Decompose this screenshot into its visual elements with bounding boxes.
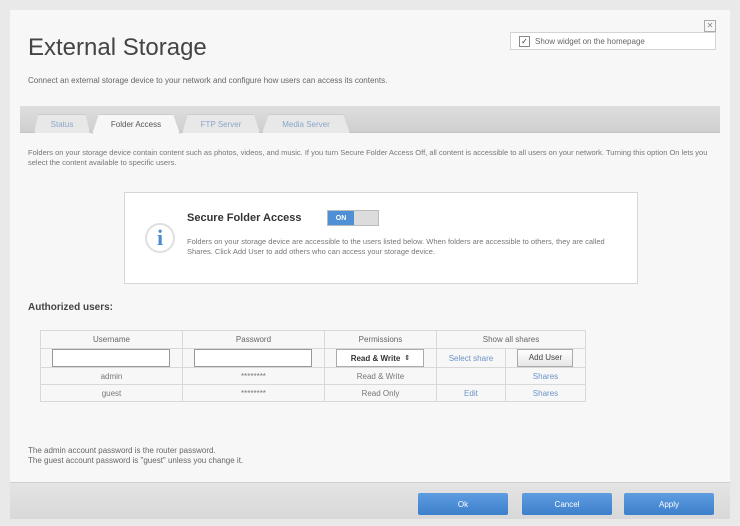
guest-password-note: The guest account password is "guest" un…: [28, 456, 244, 465]
table-row: guest ******** Read Only Edit Shares: [40, 384, 587, 402]
toggle-on-label: ON: [328, 211, 354, 225]
column-password: Password: [181, 330, 325, 349]
password-cell: ********: [181, 384, 325, 402]
permission-select[interactable]: Read & Write ⇕: [336, 349, 425, 367]
checkbox-checked-icon[interactable]: ✓: [519, 35, 530, 47]
username-cell: admin: [40, 367, 183, 385]
new-user-row: Read & Write ⇕ Select share Add User: [40, 348, 587, 368]
tab-status[interactable]: Status: [34, 114, 90, 133]
folder-access-description: Folders on your storage device contain c…: [28, 148, 708, 167]
select-share-link[interactable]: Select share: [449, 354, 493, 363]
secure-folder-access-toggle[interactable]: ON: [327, 210, 379, 226]
new-password-input[interactable]: [194, 349, 313, 367]
password-cell: ********: [181, 367, 325, 385]
ok-button[interactable]: Ok: [418, 493, 508, 515]
new-username-input[interactable]: [52, 349, 171, 367]
authorized-users-table: Username Password Permissions Show all s…: [40, 330, 587, 402]
info-icon: i: [145, 223, 175, 253]
username-cell: guest: [40, 384, 183, 402]
tab-ftp-server[interactable]: FTP Server: [182, 114, 260, 133]
permission-select-value: Read & Write: [350, 353, 401, 363]
secure-folder-access-text: Folders on your storage device are acces…: [187, 237, 605, 256]
permission-cell: Read Only: [323, 384, 437, 402]
table-row: admin ******** Read & Write Shares: [40, 367, 587, 385]
shares-link[interactable]: Shares: [533, 389, 558, 398]
secure-folder-access-box: i Secure Folder Access ON Folders on you…: [124, 192, 638, 284]
show-all-shares-link[interactable]: Show all shares: [435, 330, 587, 349]
table-header-row: Username Password Permissions Show all s…: [40, 330, 587, 349]
edit-cell: [435, 367, 506, 385]
footer-bar: Ok Cancel Apply: [10, 482, 730, 519]
show-widget-toggle[interactable]: ✓ Show widget on the homepage: [510, 32, 716, 50]
column-username: Username: [40, 330, 183, 349]
tab-media-server[interactable]: Media Server: [262, 114, 350, 133]
edit-link[interactable]: Edit: [464, 389, 478, 398]
authorized-users-title: Authorized users:: [28, 302, 114, 313]
show-widget-label: Show widget on the homepage: [535, 36, 645, 46]
column-permissions: Permissions: [323, 330, 437, 349]
shares-link[interactable]: Shares: [533, 372, 558, 381]
tab-bar: Status Folder Access FTP Server Media Se…: [20, 106, 720, 134]
page-title: External Storage: [28, 34, 207, 61]
external-storage-panel: ✕ External Storage Connect an external s…: [10, 10, 730, 519]
admin-password-note: The admin account password is the router…: [28, 446, 216, 455]
close-icon[interactable]: ✕: [704, 20, 716, 32]
page-subtitle: Connect an external storage device to yo…: [28, 76, 388, 85]
password-notes: The admin account password is the router…: [28, 446, 243, 466]
permission-cell: Read & Write: [323, 367, 437, 385]
cancel-button[interactable]: Cancel: [522, 493, 612, 515]
secure-folder-access-title: Secure Folder Access: [187, 212, 302, 224]
add-user-button[interactable]: Add User: [517, 349, 574, 367]
tab-folder-access[interactable]: Folder Access: [92, 114, 180, 134]
select-arrows-icon: ⇕: [404, 355, 411, 362]
apply-button[interactable]: Apply: [624, 493, 714, 515]
